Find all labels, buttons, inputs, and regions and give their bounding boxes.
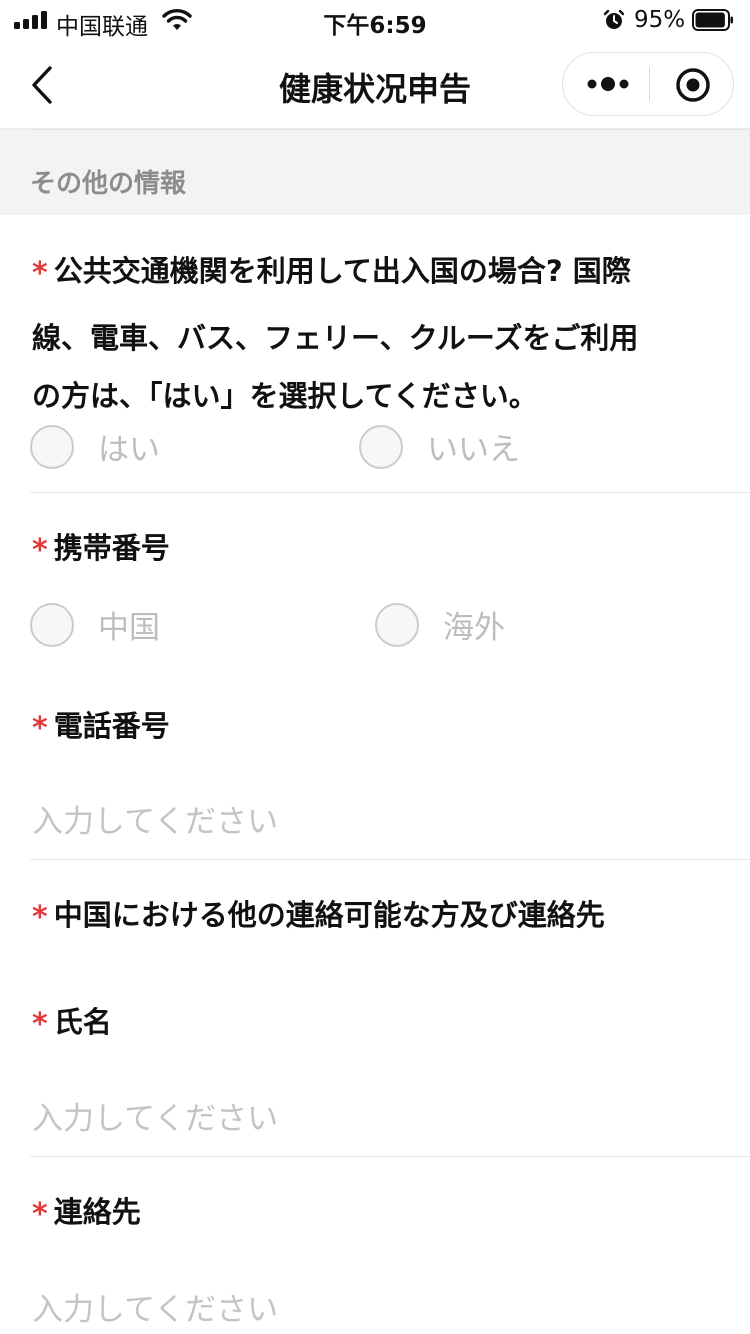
- radio-yes[interactable]: はい: [30, 424, 160, 469]
- contact-label: * 連絡先: [32, 1195, 141, 1232]
- capsule-divider: [649, 67, 650, 101]
- radio-no[interactable]: いいえ: [359, 424, 520, 469]
- phone-label: * 電話番号: [32, 709, 170, 746]
- radio-yes-label: はい: [98, 432, 160, 468]
- required-asterisk: *: [32, 1197, 48, 1232]
- mobile-label: * 携帯番号: [32, 531, 170, 568]
- divider: [30, 859, 750, 860]
- contact-group-label: * 中国における他の連絡可能な方及び連絡先: [32, 898, 605, 935]
- divider: [30, 1156, 750, 1157]
- status-bar: 中国联通 下午6:59 95%: [0, 0, 750, 42]
- transport-question: * 公共交通機関を利用して出入国の場合? 国際 線、電車、バス、フェリー、クルーズ…: [32, 242, 722, 425]
- transport-question-line-3: の方は、「はい」を選択してください。: [32, 379, 538, 413]
- battery-percentage: 95%: [634, 7, 686, 33]
- navigation-bar: 健康状况申告: [0, 42, 750, 129]
- section-title: その他の情報: [30, 169, 187, 199]
- more-dots-icon[interactable]: [583, 69, 633, 99]
- section-divider: [30, 129, 750, 130]
- name-input[interactable]: 入力してください: [32, 1093, 278, 1138]
- required-asterisk: *: [32, 1007, 48, 1042]
- battery-icon: [692, 9, 733, 31]
- required-asterisk: *: [32, 900, 48, 935]
- divider: [30, 492, 750, 493]
- radio-overseas[interactable]: 海外: [375, 602, 505, 647]
- required-asterisk: *: [32, 533, 48, 568]
- transport-question-line-1: * 公共交通機関を利用して出入国の場合? 国際: [32, 254, 631, 291]
- alarm-icon: [603, 9, 625, 29]
- transport-question-line-2: 線、電車、バス、フェリー、クルーズをご利用: [32, 321, 639, 355]
- contact-input[interactable]: 入力してください: [32, 1284, 278, 1329]
- mini-program-capsule: [562, 52, 734, 116]
- radio-china-label: 中国: [98, 610, 160, 646]
- phone-input[interactable]: 入力してください: [32, 796, 278, 841]
- radio-circle[interactable]: [30, 602, 74, 647]
- required-asterisk: *: [32, 256, 48, 291]
- radio-no-label: いいえ: [427, 432, 520, 468]
- radio-overseas-label: 海外: [443, 610, 505, 646]
- required-asterisk: *: [32, 711, 48, 746]
- radio-circle[interactable]: [359, 424, 403, 469]
- section-header: その他の情報: [0, 129, 750, 215]
- record-target-icon[interactable]: [673, 65, 713, 105]
- radio-circle[interactable]: [375, 602, 419, 647]
- radio-china[interactable]: 中国: [30, 602, 160, 647]
- name-label: * 氏名: [32, 1005, 112, 1042]
- radio-circle[interactable]: [30, 424, 74, 469]
